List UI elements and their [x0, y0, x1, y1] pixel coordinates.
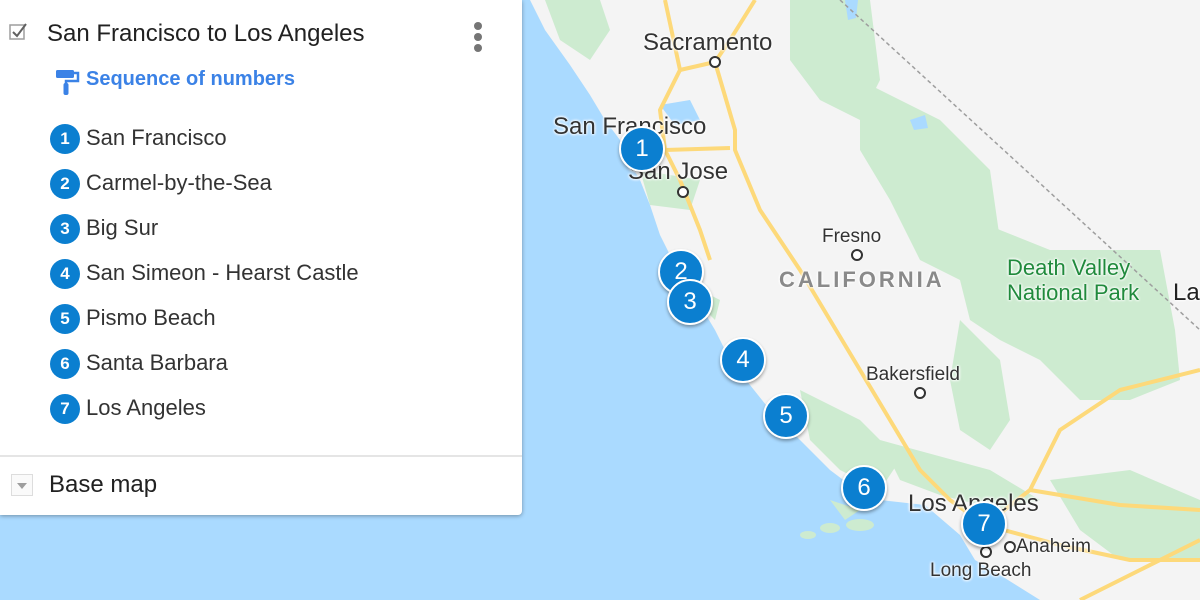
base-map-toggle[interactable]: Base map: [0, 462, 522, 510]
death-valley-line1: Death Valley: [1007, 255, 1131, 280]
more-vert-icon: [474, 22, 482, 30]
place-name: San Simeon - Hearst Castle: [86, 260, 359, 285]
layer-title[interactable]: San Francisco to Los Angeles: [47, 20, 365, 48]
list-item[interactable]: 4 San Simeon - Hearst Castle: [50, 257, 470, 291]
place-name: Pismo Beach: [86, 305, 216, 330]
number-badge: 4: [50, 259, 80, 289]
place-name: Carmel-by-the-Sea: [86, 170, 272, 195]
list-item[interactable]: 3 Big Sur: [50, 212, 470, 246]
list-item[interactable]: 2 Carmel-by-the-Sea: [50, 167, 470, 201]
number-badge: 1: [50, 124, 80, 154]
place-name: Big Sur: [86, 215, 159, 240]
layers-panel: San Francisco to Los Angeles Sequence of…: [0, 0, 522, 515]
map-label-fresno: Fresno: [822, 226, 882, 247]
paint-roller-icon: [56, 70, 80, 95]
number-badge: 6: [50, 349, 80, 379]
more-vert-dot: [474, 44, 482, 52]
map-marker-5[interactable]: 5: [763, 393, 809, 439]
list-item[interactable]: 5 Pismo Beach: [50, 302, 470, 336]
number-badge: 2: [50, 169, 80, 199]
map-marker-4[interactable]: 4: [720, 337, 766, 383]
city-dot-fresno: [851, 249, 863, 261]
map-label-las-vegas: La: [1173, 279, 1200, 306]
map-label-death-valley: Death Valley National Park: [1007, 255, 1139, 305]
place-name: Los Angeles: [86, 395, 206, 420]
map-marker-3[interactable]: 3: [667, 279, 713, 325]
city-dot-san-jose: [677, 186, 689, 198]
layer-visibility-checkbox[interactable]: [9, 22, 27, 40]
map-label-california: CALIFORNIA: [779, 267, 945, 292]
city-dot-anaheim: [1004, 541, 1016, 553]
map-label-bakersfield: Bakersfield: [866, 364, 960, 385]
place-name: San Francisco: [86, 125, 227, 150]
expand-triangle-icon[interactable]: [11, 474, 33, 496]
style-label: Sequence of numbers: [86, 68, 295, 90]
city-dot-sacramento: [709, 56, 721, 68]
list-item[interactable]: 6 Santa Barbara: [50, 347, 470, 381]
city-dot-long-beach: [980, 546, 992, 558]
list-item[interactable]: 1 San Francisco: [50, 122, 470, 156]
more-vert-dot: [474, 33, 482, 41]
map-marker-7[interactable]: 7: [961, 501, 1007, 547]
map-marker-6[interactable]: 6: [841, 465, 887, 511]
layer-options-button[interactable]: [466, 20, 490, 52]
base-map-label: Base map: [49, 471, 158, 498]
number-badge: 7: [50, 394, 80, 424]
map-marker-1[interactable]: 1: [619, 126, 665, 172]
place-name: Santa Barbara: [86, 350, 228, 375]
number-badge: 5: [50, 304, 80, 334]
death-valley-line2: National Park: [1007, 280, 1140, 305]
number-badge: 3: [50, 214, 80, 244]
map-label-anaheim: Anaheim: [1016, 536, 1091, 557]
city-dot-bakersfield: [914, 387, 926, 399]
map-label-long-beach: Long Beach: [930, 560, 1032, 581]
list-item[interactable]: 7 Los Angeles: [50, 392, 470, 426]
map-label-sacramento: Sacramento: [643, 29, 773, 56]
divider: [0, 455, 522, 457]
